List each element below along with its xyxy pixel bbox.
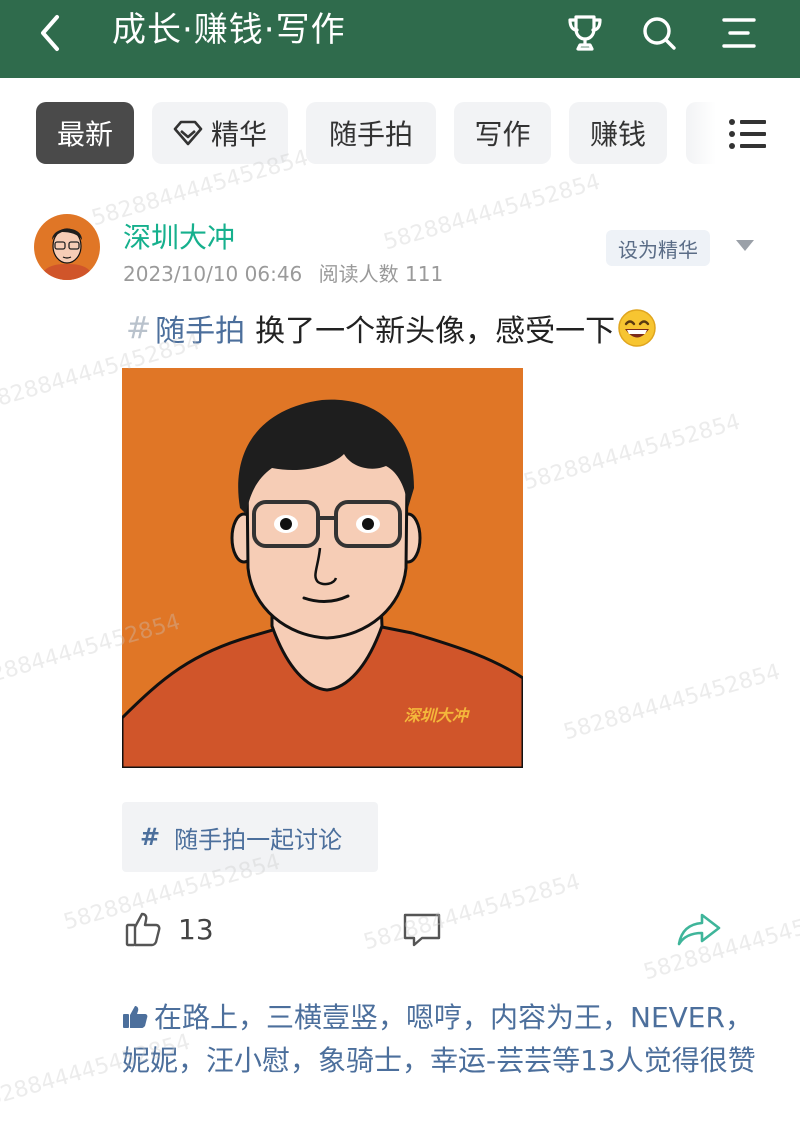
gem-icon — [173, 120, 203, 146]
trophy-icon[interactable] — [560, 8, 610, 58]
hashtag-icon: # — [140, 823, 161, 851]
tab-writing[interactable]: 写作 — [454, 102, 551, 164]
top-bar: 成长·赚钱·写作 — [0, 0, 800, 78]
grinning-emoji-icon — [617, 308, 657, 348]
more-options-icon[interactable] — [736, 240, 754, 251]
category-tabs: 最新 精华 随手拍 写作 赚钱 — [0, 102, 800, 164]
comment-icon — [403, 913, 441, 947]
tab-label: 赚钱 — [589, 118, 646, 151]
share-button[interactable] — [676, 912, 722, 952]
tab-essence[interactable]: 精华 — [152, 102, 288, 164]
image-signature: 深圳大冲 — [404, 706, 469, 725]
tab-label: 最新 — [56, 118, 113, 151]
post-content: # 随手拍 换了一个新头像，感受一下 — [126, 306, 657, 350]
thumbs-up-icon — [125, 912, 161, 947]
search-icon[interactable] — [634, 8, 684, 58]
menu-icon[interactable] — [714, 8, 764, 58]
tab-latest[interactable]: 最新 — [36, 102, 134, 164]
post-actions: 13 — [0, 900, 800, 960]
post-timestamp: 2023/10/10 06:46 — [123, 262, 303, 286]
likers-summary: 等13人觉得很赞 — [552, 1044, 756, 1077]
watermark: 5828844445452854 — [520, 409, 744, 496]
hashtag-symbol: # — [126, 310, 152, 346]
watermark: 5828844445452854 — [560, 659, 784, 746]
set-essence-button[interactable]: 设为精华 — [606, 230, 710, 266]
avatar[interactable] — [34, 214, 100, 280]
read-count: 阅读人数 111 — [318, 262, 444, 286]
like-count: 13 — [178, 912, 214, 946]
tab-overflow-fade — [686, 102, 716, 164]
back-arrow-icon[interactable] — [30, 8, 70, 58]
topic-link[interactable]: 随手拍 — [155, 306, 245, 350]
tab-label: 写作 — [474, 118, 531, 151]
tab-snapshot[interactable]: 随手拍 — [306, 102, 436, 164]
like-button[interactable]: 13 — [124, 910, 214, 948]
author-name[interactable]: 深圳大冲 — [123, 216, 235, 256]
tab-label: 随手拍 — [328, 118, 413, 151]
tab-label: 精华 — [210, 118, 267, 151]
share-arrow-icon — [677, 913, 721, 946]
topic-discussion-chip[interactable]: # 随手拍一起讨论 — [122, 802, 378, 872]
list-menu-icon[interactable] — [726, 112, 770, 156]
post-body: 换了一个新头像，感受一下 — [255, 314, 616, 349]
comment-button[interactable] — [402, 912, 442, 952]
likers-list: 在路上，三横壹竖，嗯哼，内容为王，NEVER，妮妮，汪小慰，象骑士，幸运-芸芸等… — [122, 998, 762, 1081]
watermark: 5828844445452854 — [380, 169, 604, 256]
group-title: 成长·赚钱·写作 — [112, 10, 346, 50]
thumbs-up-filled-icon — [122, 1001, 148, 1041]
tab-money[interactable]: 赚钱 — [569, 102, 667, 164]
topic-chip-label: 随手拍一起讨论 — [174, 825, 343, 854]
post-meta: 2023/10/10 06:46 阅读人数 111 — [123, 258, 443, 287]
post-image[interactable]: 深圳大冲 — [122, 368, 523, 768]
